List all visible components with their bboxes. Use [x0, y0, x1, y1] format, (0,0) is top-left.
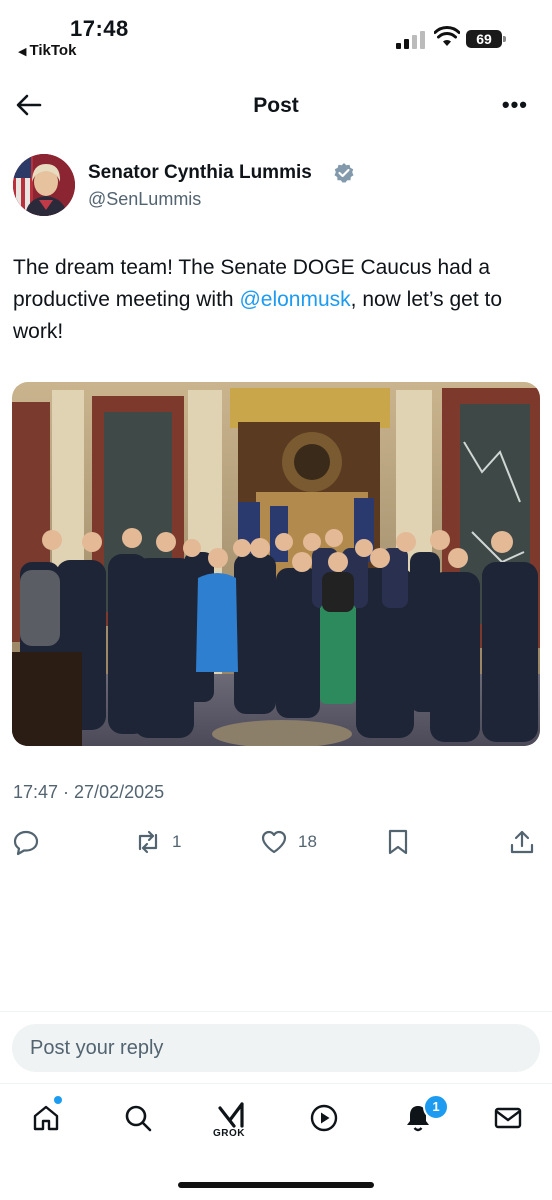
notification-badge: 1 — [423, 1094, 449, 1120]
author-name[interactable]: Senator Cynthia Lummis — [88, 162, 312, 184]
back-to-app-link[interactable]: ◀ TikTok — [18, 42, 76, 59]
messages-icon — [494, 1107, 522, 1129]
author-avatar[interactable] — [13, 154, 75, 216]
tab-messages[interactable] — [488, 1096, 528, 1140]
repost-button[interactable]: 1 — [134, 824, 181, 860]
post-actions: 1 18 — [0, 824, 552, 860]
battery-tip — [503, 36, 506, 42]
verified-badge-icon — [334, 163, 354, 183]
tab-video[interactable] — [304, 1096, 344, 1140]
tabbar-divider — [0, 1083, 552, 1084]
reply-input[interactable]: Post your reply — [12, 1024, 540, 1072]
tab-search[interactable] — [118, 1096, 158, 1140]
bookmark-button[interactable] — [384, 824, 412, 860]
like-button[interactable]: 18 — [260, 824, 317, 860]
post-text: The dream team! The Senate DOGE Caucus h… — [13, 252, 538, 348]
repost-count: 1 — [172, 832, 182, 851]
status-time: 17:48 — [70, 16, 129, 41]
share-icon — [510, 830, 534, 854]
back-triangle-icon: ◀ — [18, 46, 27, 58]
post-photo[interactable] — [12, 382, 540, 746]
grok-label: GROK — [213, 1128, 245, 1139]
back-app-label: TikTok — [29, 42, 77, 59]
wifi-icon — [434, 26, 460, 46]
status-bar: 17:48 ◀ TikTok 69 — [0, 0, 552, 70]
repost-icon — [138, 830, 158, 854]
home-icon — [33, 1105, 59, 1131]
bookmark-icon — [388, 829, 408, 855]
mention-link[interactable]: @elonmusk — [239, 288, 350, 311]
home-unread-dot — [54, 1096, 62, 1104]
reply-placeholder: Post your reply — [30, 1037, 164, 1059]
battery-indicator: 69 — [466, 30, 502, 48]
home-indicator — [178, 1182, 374, 1188]
search-icon — [125, 1105, 152, 1132]
like-count: 18 — [298, 832, 317, 851]
cellular-signal-icon — [396, 31, 426, 49]
divider — [0, 1011, 552, 1012]
more-icon[interactable]: ••• — [502, 92, 528, 118]
video-icon — [310, 1104, 338, 1132]
reply-icon — [13, 830, 39, 856]
share-button[interactable] — [508, 824, 536, 860]
post-timestamp: 17:47 · 27/02/2025 — [13, 782, 165, 802]
post-header: Post ••• — [0, 82, 552, 132]
reply-button[interactable] — [12, 824, 40, 860]
page-title: Post — [253, 94, 299, 117]
author-handle[interactable]: @SenLummis — [88, 189, 201, 210]
like-icon — [261, 830, 287, 854]
